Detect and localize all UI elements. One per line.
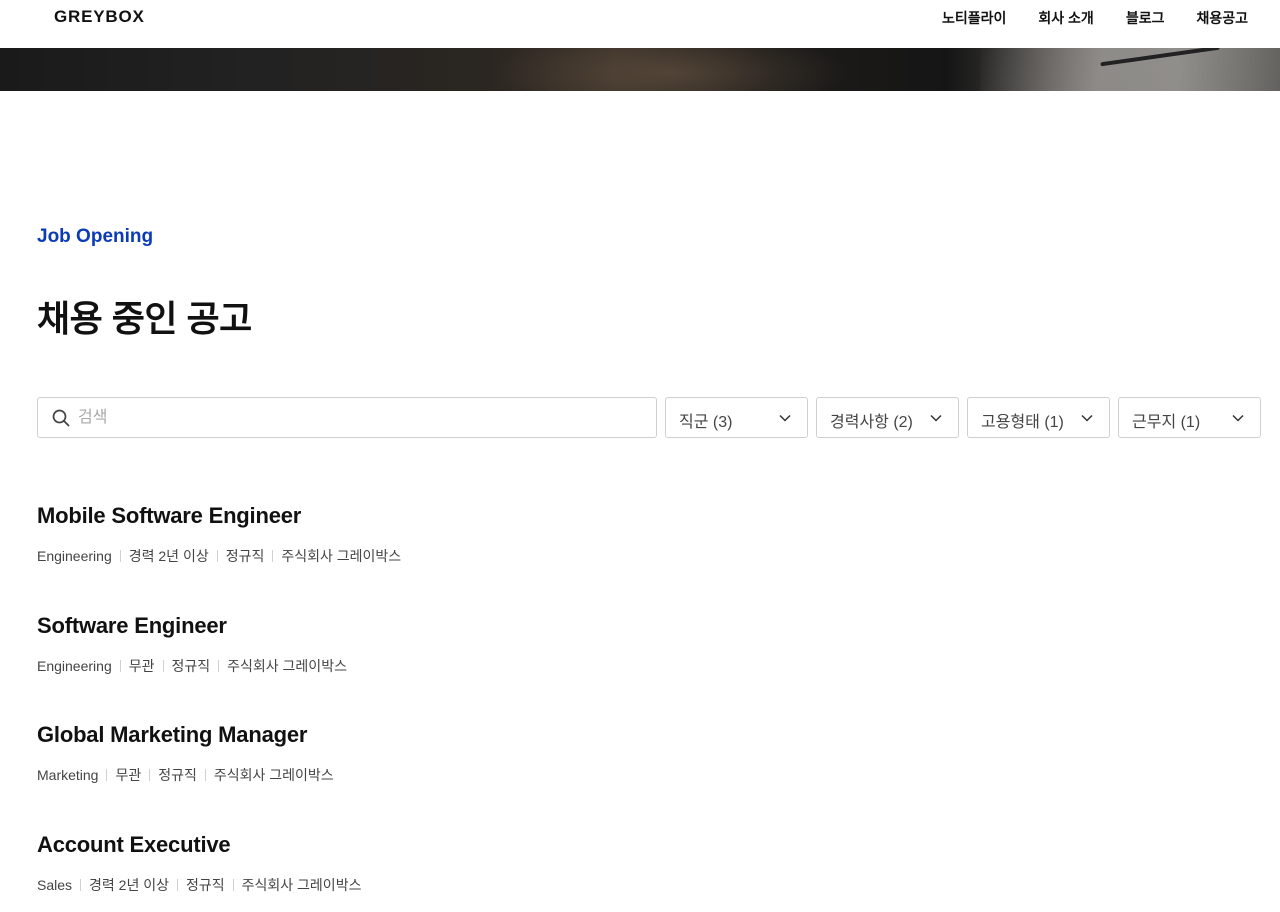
job-company: 주식회사 그레이박스 bbox=[213, 767, 334, 783]
chevron-down-icon bbox=[779, 414, 791, 422]
job-experience: 경력 2년 이상 bbox=[89, 877, 169, 893]
job-meta: Sales 경력 2년 이상 정규직 주식회사 그레이박스 bbox=[37, 875, 361, 895]
filter-label: 직군 (3) bbox=[679, 414, 733, 431]
filter-employment-type[interactable]: 고용형태 (1) bbox=[967, 397, 1110, 438]
job-title[interactable]: Global Marketing Manager bbox=[37, 722, 334, 748]
page-title: 채용 중인 공고 bbox=[37, 298, 252, 339]
job-company: 주식회사 그레이박스 bbox=[241, 877, 362, 893]
chevron-down-icon bbox=[930, 414, 942, 422]
section-eyebrow: Job Opening bbox=[37, 226, 154, 247]
job-meta: Marketing 무관 정규직 주식회사 그레이박스 bbox=[37, 765, 334, 785]
job-meta: Engineering 무관 정규직 주식회사 그레이박스 bbox=[37, 656, 347, 676]
nav-item-careers[interactable]: 채용공고 bbox=[1196, 8, 1248, 28]
filter-label: 고용형태 (1) bbox=[981, 414, 1064, 431]
meta-divider bbox=[106, 769, 108, 781]
filter-label: 경력사항 (2) bbox=[830, 414, 913, 431]
job-experience: 무관 bbox=[115, 767, 142, 783]
job-title[interactable]: Software Engineer bbox=[37, 613, 347, 639]
filter-location[interactable]: 근무지 (1) bbox=[1118, 397, 1261, 438]
job-listing-item[interactable]: Mobile Software Engineer Engineering 경력 … bbox=[37, 503, 401, 566]
meta-divider bbox=[204, 769, 206, 781]
job-category: Engineering bbox=[37, 548, 112, 564]
filter-job-category[interactable]: 직군 (3) bbox=[665, 397, 808, 438]
job-category: Engineering bbox=[37, 658, 112, 674]
meta-divider bbox=[80, 879, 82, 891]
job-employment-type: 정규직 bbox=[225, 548, 265, 564]
search-input[interactable] bbox=[78, 398, 638, 437]
meta-divider bbox=[177, 879, 178, 891]
job-category: Sales bbox=[37, 877, 73, 893]
job-company: 주식회사 그레이박스 bbox=[281, 548, 402, 564]
main-nav: 노티플라이 회사 소개 블로그 채용공고 bbox=[942, 8, 1248, 28]
job-employment-type: 정규직 bbox=[171, 658, 211, 674]
meta-divider bbox=[272, 550, 274, 562]
job-experience: 무관 bbox=[128, 658, 155, 674]
meta-divider bbox=[216, 550, 218, 562]
job-meta: Engineering 경력 2년 이상 정규직 주식회사 그레이박스 bbox=[37, 546, 401, 566]
meta-divider bbox=[149, 769, 151, 781]
nav-item-blog[interactable]: 블로그 bbox=[1126, 8, 1165, 28]
job-company: 주식회사 그레이박스 bbox=[227, 658, 347, 674]
meta-divider bbox=[119, 550, 121, 562]
meta-divider bbox=[162, 660, 164, 672]
greybox-logo[interactable]: GREYBOX bbox=[54, 7, 145, 27]
job-listing-item[interactable]: Software Engineer Engineering 무관 정규직 주식회… bbox=[37, 613, 347, 676]
chevron-down-icon bbox=[1232, 414, 1244, 422]
search-icon bbox=[52, 409, 70, 427]
job-employment-type: 정규직 bbox=[158, 767, 197, 783]
chevron-down-icon bbox=[1081, 414, 1093, 422]
job-title[interactable]: Mobile Software Engineer bbox=[37, 503, 401, 529]
filter-experience[interactable]: 경력사항 (2) bbox=[816, 397, 959, 438]
job-listing-item[interactable]: Global Marketing Manager Marketing 무관 정규… bbox=[37, 722, 334, 785]
job-category: Marketing bbox=[37, 767, 99, 783]
hero-banner-image bbox=[0, 48, 1280, 91]
top-navigation-bar: GREYBOX 노티플라이 회사 소개 블로그 채용공고 bbox=[0, 0, 1280, 48]
job-title[interactable]: Account Executive bbox=[37, 832, 361, 858]
job-experience: 경력 2년 이상 bbox=[128, 548, 209, 564]
meta-divider bbox=[119, 660, 121, 672]
nav-item-notifly[interactable]: 노티플라이 bbox=[942, 8, 1006, 28]
meta-divider bbox=[232, 879, 234, 891]
job-employment-type: 정규직 bbox=[186, 877, 225, 893]
nav-item-company[interactable]: 회사 소개 bbox=[1038, 8, 1093, 28]
search-box[interactable] bbox=[37, 397, 657, 438]
meta-divider bbox=[218, 660, 220, 672]
filter-label: 근무지 (1) bbox=[1132, 414, 1201, 431]
job-listing-item[interactable]: Account Executive Sales 경력 2년 이상 정규직 주식회… bbox=[37, 832, 361, 895]
